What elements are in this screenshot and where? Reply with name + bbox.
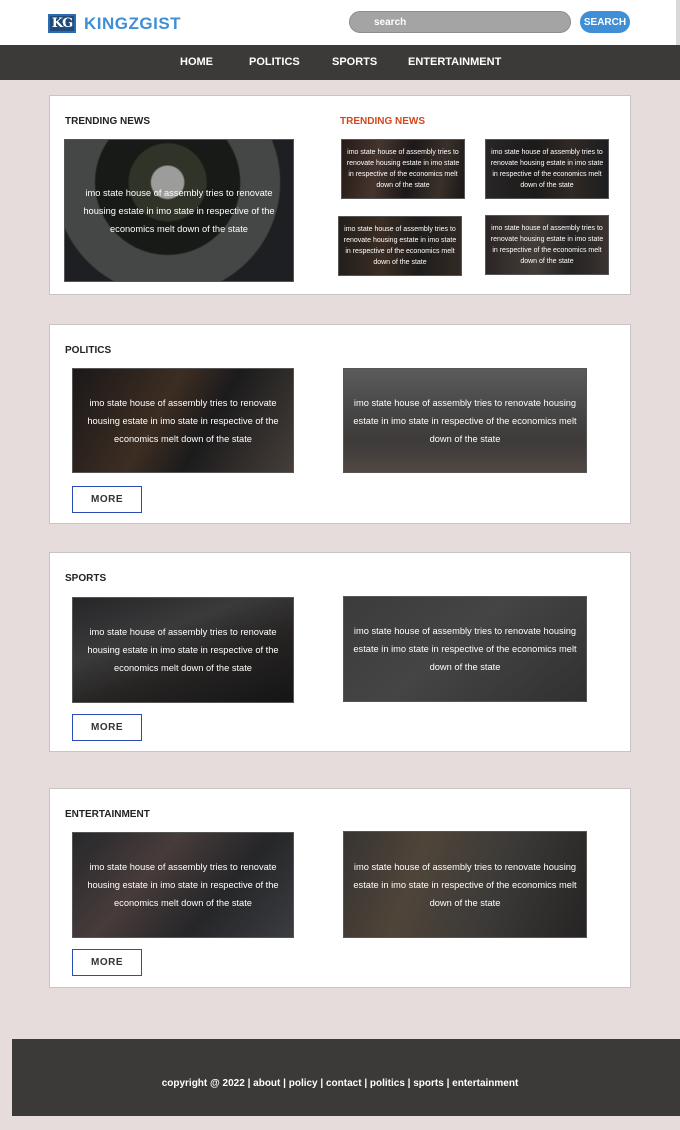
entertainment-more-button[interactable]: MORE: [72, 949, 142, 976]
trending-main-card[interactable]: imo state house of assembly tries to ren…: [64, 139, 294, 282]
logo[interactable]: KG KINGZGIST: [48, 14, 181, 33]
card-caption: imo state house of assembly tries to ren…: [490, 225, 604, 265]
section-title: ENTERTAINMENT: [65, 809, 150, 820]
politics-card-1[interactable]: imo state house of assembly tries to ren…: [72, 368, 294, 473]
sports-section: SPORTS imo state house of assembly tries…: [49, 552, 631, 752]
politics-more-button[interactable]: MORE: [72, 486, 142, 513]
nav-item-home[interactable]: HOME: [180, 56, 213, 68]
sports-more-button[interactable]: MORE: [72, 714, 142, 741]
section-title: POLITICS: [65, 345, 112, 356]
trending-card-2[interactable]: imo state house of assembly tries to ren…: [485, 139, 609, 199]
card-caption: imo state house of assembly tries to ren…: [346, 149, 460, 189]
card-caption: imo state house of assembly tries to ren…: [353, 861, 577, 908]
footer-links[interactable]: copyright @ 2022 | about | policy | cont…: [12, 1078, 668, 1089]
card-caption: imo state house of assembly tries to ren…: [490, 149, 604, 189]
entertainment-card-2[interactable]: imo state house of assembly tries to ren…: [343, 831, 587, 938]
logo-mark-text: KG: [51, 16, 73, 31]
politics-card-2[interactable]: imo state house of assembly tries to ren…: [343, 368, 587, 473]
nav-item-politics[interactable]: POLITICS: [249, 56, 300, 68]
card-caption: imo state house of assembly tries to ren…: [343, 226, 457, 266]
search-input[interactable]: [349, 11, 571, 33]
card-caption: imo state house of assembly tries to ren…: [87, 397, 279, 444]
card-caption: imo state house of assembly tries to ren…: [87, 862, 279, 908]
entertainment-card-1[interactable]: imo state house of assembly tries to ren…: [72, 832, 294, 938]
trending-card-3[interactable]: imo state house of assembly tries to ren…: [338, 216, 462, 276]
card-caption: imo state house of assembly tries to ren…: [353, 397, 577, 444]
header: KG KINGZGIST SEARCH: [0, 0, 680, 45]
section-title: SPORTS: [65, 573, 107, 584]
card-caption: imo state house of assembly tries to ren…: [87, 627, 279, 673]
sports-card-1[interactable]: imo state house of assembly tries to ren…: [72, 597, 294, 703]
sports-card-2[interactable]: imo state house of assembly tries to ren…: [343, 596, 587, 702]
trending-right-title: TRENDING NEWS: [340, 116, 425, 127]
main-nav: HOME POLITICS SPORTS ENTERTAINMENT: [0, 45, 680, 80]
section-title: TRENDING NEWS: [65, 116, 150, 127]
trending-section: TRENDING NEWS TRENDING NEWS imo state ho…: [49, 95, 631, 295]
entertainment-section: ENTERTAINMENT imo state house of assembl…: [49, 788, 631, 988]
card-caption: imo state house of assembly tries to ren…: [353, 626, 577, 672]
footer: copyright @ 2022 | about | policy | cont…: [12, 1039, 680, 1116]
trending-card-4[interactable]: imo state house of assembly tries to ren…: [485, 215, 609, 275]
politics-section: POLITICS imo state house of assembly tri…: [49, 324, 631, 524]
nav-item-sports[interactable]: SPORTS: [332, 56, 377, 68]
nav-item-entertainment[interactable]: ENTERTAINMENT: [408, 56, 501, 68]
trending-card-1[interactable]: imo state house of assembly tries to ren…: [341, 139, 465, 199]
card-caption: imo state house of assembly tries to ren…: [83, 187, 275, 234]
brand-name: KINGZGIST: [84, 13, 182, 33]
search-button[interactable]: SEARCH: [580, 11, 630, 33]
logo-mark-icon: KG: [48, 14, 76, 33]
